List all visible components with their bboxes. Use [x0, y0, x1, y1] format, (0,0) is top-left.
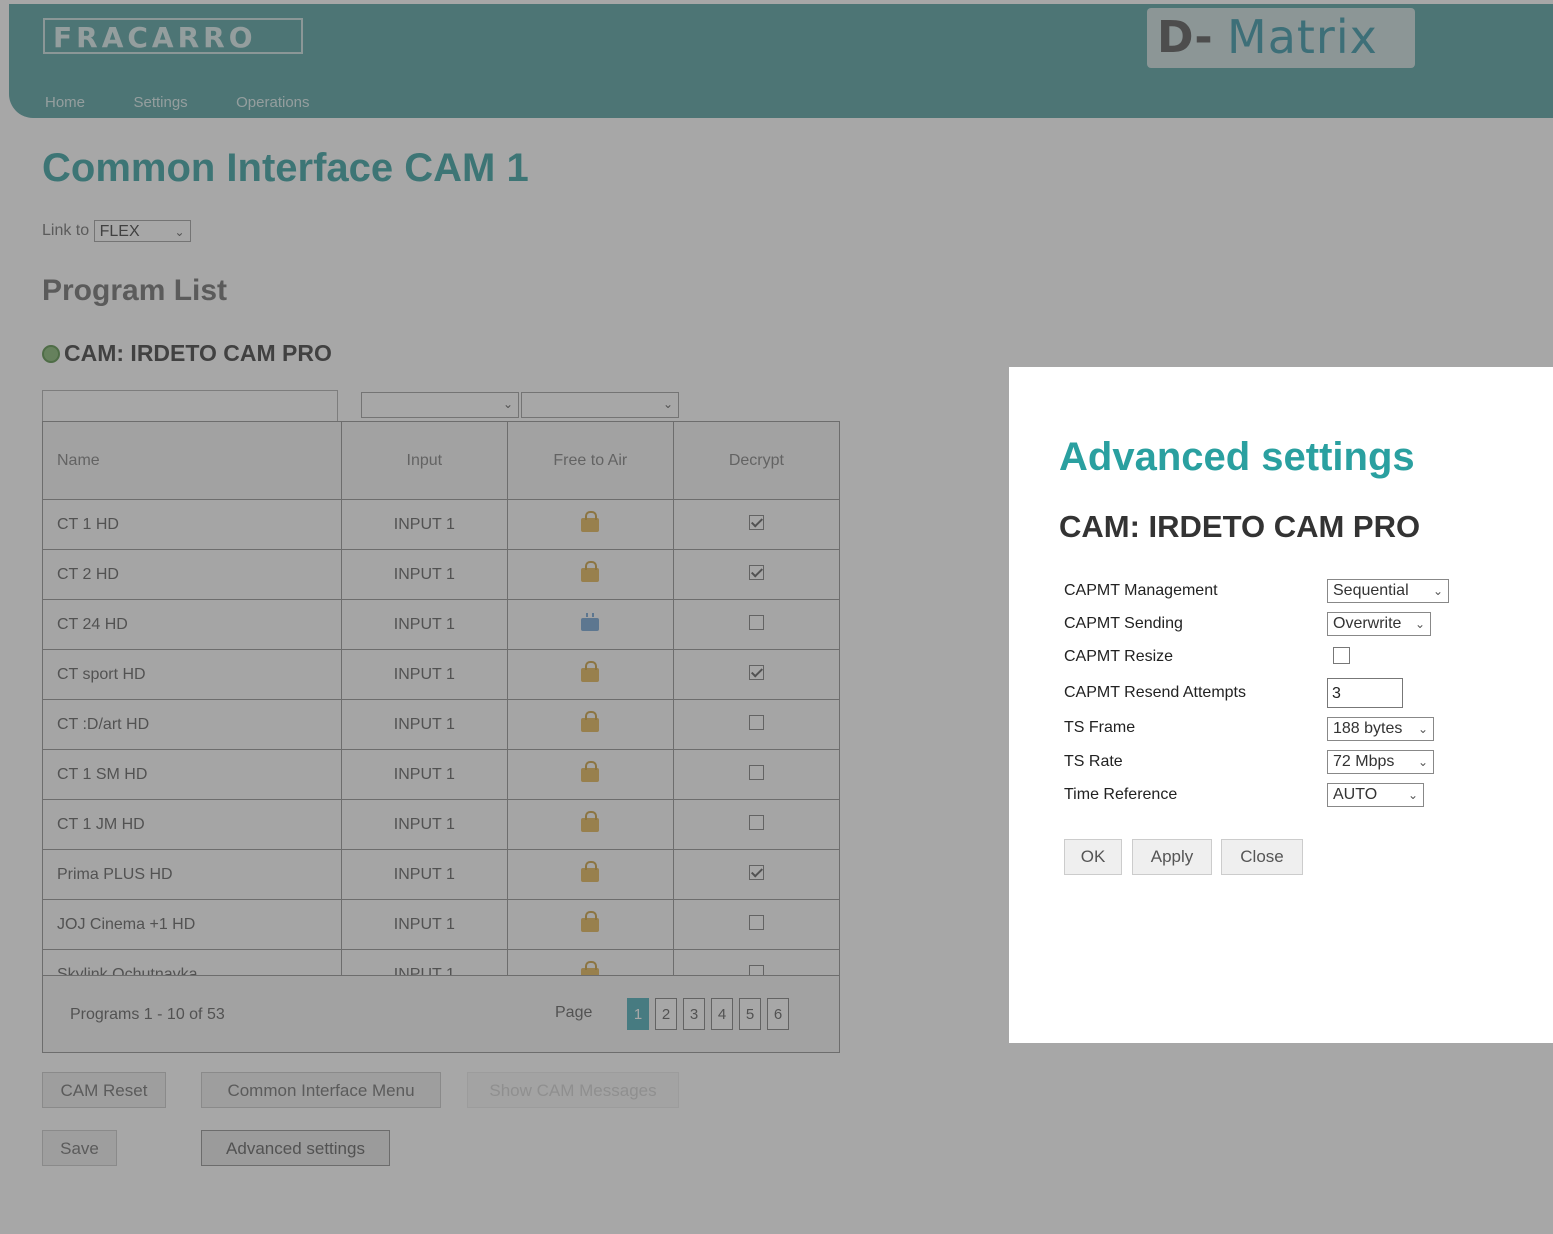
capmt-sending-value: Overwrite [1333, 615, 1402, 632]
apply-button[interactable]: Apply [1132, 839, 1212, 875]
chevron-down-icon: ⌄ [1432, 584, 1443, 598]
ok-button[interactable]: OK [1064, 839, 1122, 875]
chevron-down-icon: ⌄ [1417, 755, 1428, 769]
dialog-title: Advanced settings [1059, 435, 1415, 479]
chevron-down-icon: ⌄ [1414, 617, 1425, 631]
capmt-resend-attempts-input[interactable]: 3 [1327, 678, 1403, 708]
capmt-resize-label: CAPMT Resize [1064, 648, 1174, 665]
chevron-down-icon: ⌄ [1417, 722, 1428, 736]
ts-frame-label: TS Frame [1064, 719, 1136, 736]
capmt-resend-attempts-label: CAPMT Resend Attempts [1064, 684, 1246, 701]
capmt-management-value: Sequential [1333, 582, 1409, 599]
capmt-sending-select[interactable]: Overwrite ⌄ [1327, 612, 1431, 636]
capmt-management-label: CAPMT Management [1064, 582, 1218, 599]
ts-rate-select[interactable]: 72 Mbps ⌄ [1327, 750, 1434, 774]
capmt-management-select[interactable]: Sequential ⌄ [1327, 579, 1449, 603]
ts-frame-value: 188 bytes [1333, 720, 1403, 737]
capmt-resize-checkbox[interactable] [1333, 647, 1350, 664]
dialog-subtitle: CAM: IRDETO CAM PRO [1059, 509, 1421, 544]
time-reference-value: AUTO [1333, 786, 1378, 803]
time-reference-label: Time Reference [1064, 786, 1178, 803]
advanced-settings-dialog: Advanced settings CAM: IRDETO CAM PRO CA… [1009, 367, 1553, 1043]
close-button[interactable]: Close [1221, 839, 1303, 875]
capmt-sending-label: CAPMT Sending [1064, 615, 1183, 632]
ts-rate-label: TS Rate [1064, 753, 1123, 770]
ts-rate-value: 72 Mbps [1333, 753, 1395, 770]
chevron-down-icon: ⌄ [1407, 788, 1418, 802]
ts-frame-select[interactable]: 188 bytes ⌄ [1327, 717, 1434, 741]
time-reference-select[interactable]: AUTO ⌄ [1327, 783, 1424, 807]
